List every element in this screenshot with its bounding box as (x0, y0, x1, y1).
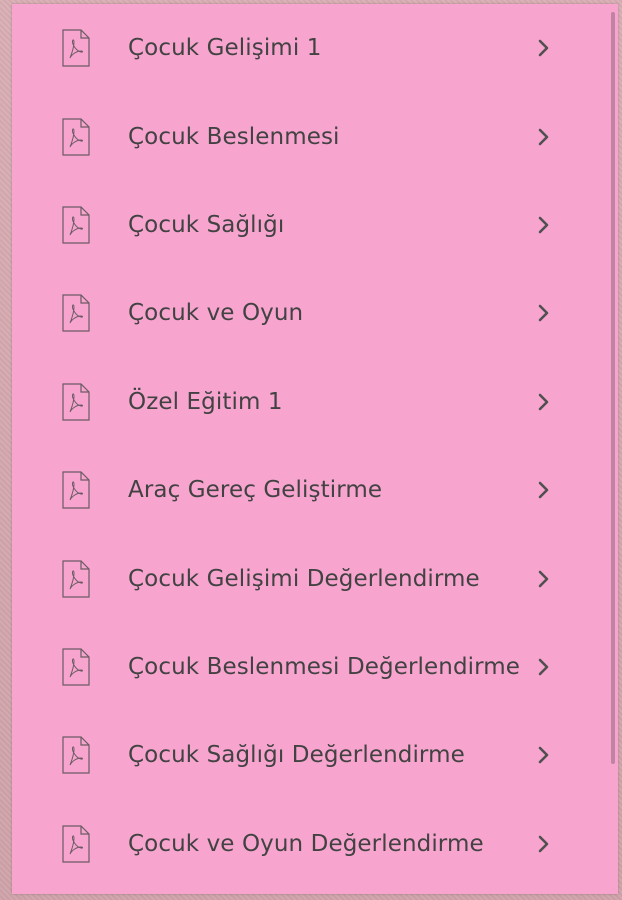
pdf-document-icon (62, 648, 90, 686)
list-item-label: Araç Gereç Geliştirme (128, 477, 383, 504)
list-item-label: Çocuk ve Oyun Değerlendirme (128, 830, 484, 857)
list-item-label: Özel Eğitim 1 (128, 388, 283, 415)
pdf-document-icon (62, 206, 90, 244)
chevron-right-icon (538, 128, 549, 145)
pdf-document-icon (62, 294, 90, 332)
pdf-document-icon (62, 559, 90, 598)
list-item-label: Çocuk ve Oyun (128, 300, 304, 327)
list-item-label: Çocuk Gelişimi Değerlendirme (128, 565, 480, 592)
list-item-label: Çocuk Sağlığı Değerlendirme (128, 742, 465, 769)
list-item[interactable]: Çocuk Sağlığı Değerlendirme (12, 711, 618, 799)
pdf-document-icon (62, 471, 90, 509)
list-item[interactable]: Araç Gereç Geliştirme (12, 446, 618, 534)
list-item-label: Çocuk Beslenmesi Değerlendirme (128, 653, 521, 680)
pdf-document-icon (62, 117, 90, 156)
chevron-right-icon (538, 481, 549, 499)
pdf-document-icon (62, 383, 90, 421)
vertical-scrollbar[interactable] (611, 12, 615, 764)
pdf-document-icon (62, 736, 90, 774)
list-item-label: Çocuk Beslenmesi (128, 123, 340, 150)
chevron-right-icon (538, 658, 549, 676)
document-list: Çocuk Gelişimi 1 Çocuk Beslenmesi Çocuk (12, 4, 618, 888)
pdf-document-icon (62, 825, 90, 863)
list-item[interactable]: Çocuk ve Oyun Değerlendirme (12, 800, 618, 888)
list-item-label: Çocuk Gelişimi 1 (128, 35, 322, 62)
chevron-right-icon (538, 39, 549, 57)
chevron-right-icon (538, 305, 549, 322)
document-list-panel: Çocuk Gelişimi 1 Çocuk Beslenmesi Çocuk (12, 4, 618, 894)
chevron-right-icon (538, 393, 549, 411)
list-item[interactable]: Çocuk Gelişimi Değerlendirme (12, 534, 618, 622)
list-item[interactable]: Çocuk Beslenmesi Değerlendirme (12, 623, 618, 711)
list-item[interactable]: Çocuk ve Oyun (12, 269, 618, 357)
list-item[interactable]: Çocuk Beslenmesi (12, 92, 618, 180)
chevron-right-icon (538, 570, 549, 587)
list-item[interactable]: Çocuk Gelişimi 1 (12, 4, 618, 92)
chevron-right-icon (538, 835, 549, 853)
list-item[interactable]: Özel Eğitim 1 (12, 358, 618, 446)
chevron-right-icon (538, 216, 549, 234)
chevron-right-icon (538, 747, 549, 764)
pdf-document-icon (62, 29, 90, 67)
list-item-label: Çocuk Sağlığı (128, 211, 285, 238)
list-item[interactable]: Çocuk Sağlığı (12, 181, 618, 269)
